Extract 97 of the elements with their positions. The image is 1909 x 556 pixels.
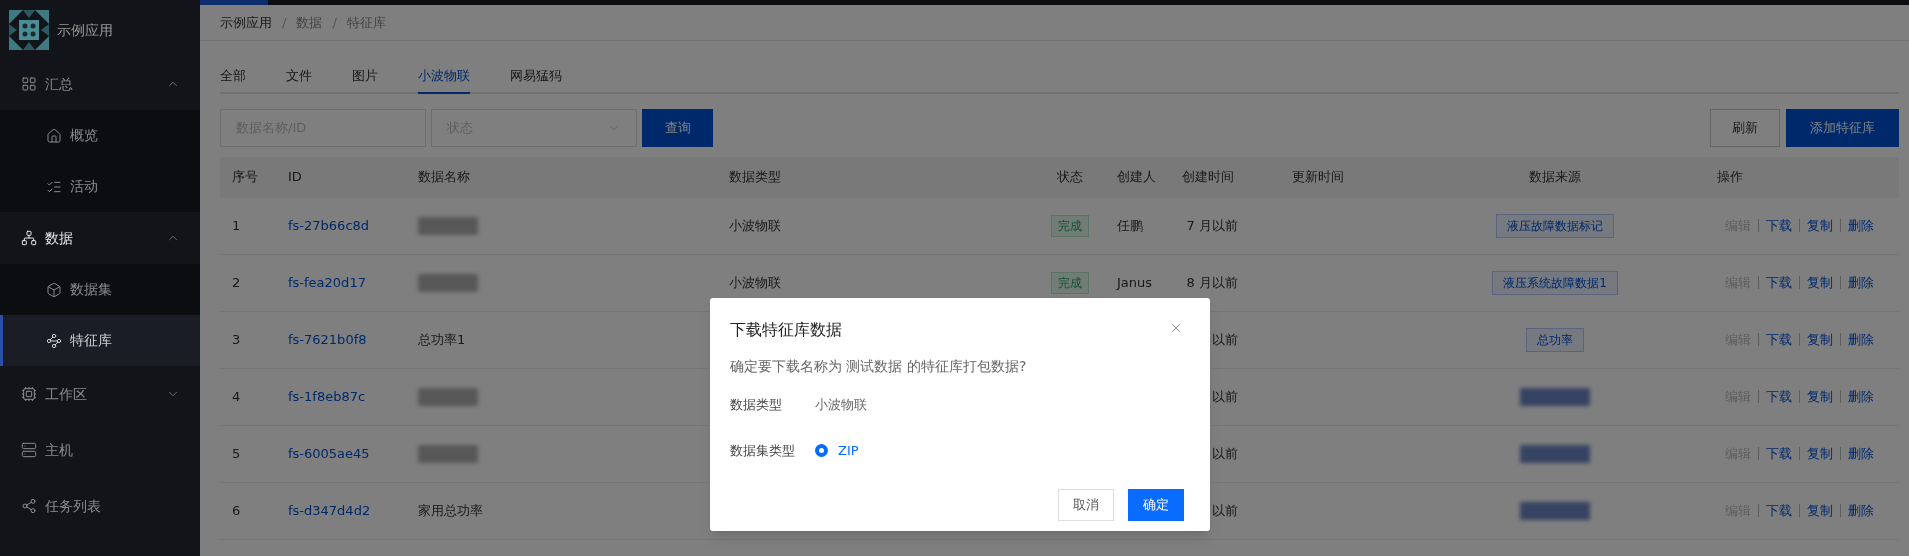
table-cell-text: 以前 bbox=[1211, 387, 1238, 406]
grid-icon bbox=[21, 76, 37, 92]
breadcrumb-separator: / bbox=[332, 13, 337, 32]
action-link[interactable]: 删除 bbox=[1848, 215, 1874, 236]
id-link[interactable]: fs-27b66c8d bbox=[276, 215, 406, 236]
action-link[interactable]: 复制 bbox=[1807, 329, 1833, 350]
sidebar-subitem[interactable]: 活动 bbox=[0, 161, 200, 212]
action-link[interactable]: 复制 bbox=[1807, 272, 1833, 293]
action-link[interactable]: 下载 bbox=[1766, 443, 1792, 464]
confirm-button[interactable]: 确定 bbox=[1128, 489, 1184, 521]
column-header: 更新时间 bbox=[1291, 168, 1345, 187]
action-link[interactable]: 下载 bbox=[1766, 215, 1792, 236]
table-cell: 任鹏 bbox=[1117, 217, 1143, 233]
action-link[interactable]: 删除 bbox=[1848, 500, 1874, 521]
logo-icon bbox=[9, 10, 49, 50]
action-link[interactable]: 复制 bbox=[1807, 500, 1833, 521]
id-link[interactable]: fs-7621b0f8 bbox=[276, 329, 406, 350]
tab[interactable]: 小波物联 bbox=[418, 66, 470, 94]
table-cell: 总功率1 bbox=[418, 331, 466, 347]
table-cell-text: 以前 bbox=[1211, 444, 1238, 463]
action-link[interactable]: 复制 bbox=[1807, 215, 1833, 236]
cancel-button[interactable]: 取消 bbox=[1058, 489, 1114, 521]
query-button[interactable]: 查询 bbox=[642, 108, 713, 147]
sidebar-item[interactable]: 主机 bbox=[0, 422, 200, 478]
table-cell: 小波物联 bbox=[729, 274, 781, 290]
add-button[interactable]: 添加特征库 bbox=[1786, 108, 1899, 147]
action-link[interactable]: 删除 bbox=[1848, 272, 1874, 293]
table-cell-text: 8 月以前 bbox=[1185, 273, 1238, 292]
table-cell-text: 1 bbox=[231, 216, 242, 235]
id-link[interactable]: fs-6005ae45 bbox=[276, 443, 406, 464]
sitemap-icon bbox=[21, 230, 37, 246]
home-icon bbox=[46, 127, 62, 144]
sidebar-subitem[interactable]: 特征库 bbox=[0, 315, 200, 366]
dialog-title: 下载特征库数据 bbox=[730, 319, 842, 341]
table-cell-text: 7 月以前 bbox=[1185, 216, 1238, 235]
table-cell-text: 2 bbox=[231, 273, 242, 292]
dialog-message: 确定要下载名称为 测试数据 的特征库打包数据? bbox=[730, 357, 1028, 376]
action-link[interactable]: 下载 bbox=[1766, 272, 1792, 293]
action-link[interactable]: 下载 bbox=[1766, 329, 1792, 350]
app-name: 示例应用 bbox=[57, 20, 113, 40]
action-link[interactable]: 复制 bbox=[1807, 443, 1833, 464]
cube-icon bbox=[46, 281, 62, 298]
source-tag: 液压故障数据标记 bbox=[1496, 213, 1614, 238]
sidebar-item[interactable]: 数据 bbox=[0, 212, 200, 264]
breadcrumb-item[interactable]: 示例应用 bbox=[220, 12, 272, 33]
sidebar-item[interactable]: 工作区 bbox=[0, 366, 200, 422]
sidebar-item[interactable]: 汇总 bbox=[0, 58, 200, 110]
chip-icon bbox=[21, 386, 37, 402]
tab[interactable]: 全部 bbox=[220, 66, 246, 94]
sidebar-item[interactable]: 任务列表 bbox=[0, 478, 200, 534]
tab[interactable]: 文件 bbox=[286, 66, 312, 94]
column-header: 序号 bbox=[231, 168, 259, 187]
sidebar-subitem[interactable]: 概览 bbox=[0, 110, 200, 161]
share-icon bbox=[21, 498, 37, 514]
source-tag: 液压系统故障数据1 bbox=[1492, 270, 1618, 295]
sidebar-subitem[interactable]: 数据集 bbox=[0, 264, 200, 315]
field-label: 数据集类型 bbox=[730, 441, 796, 460]
status-tag: 完成 bbox=[1051, 271, 1089, 294]
table-cell-text: 以前 bbox=[1211, 501, 1238, 520]
tab[interactable]: 图片 bbox=[352, 66, 378, 94]
field-value: 小波物联 bbox=[815, 396, 867, 414]
id-link[interactable]: fs-fea20d17 bbox=[276, 272, 406, 293]
table-cell-text: 以前 bbox=[1211, 330, 1238, 349]
radio-button[interactable] bbox=[815, 443, 828, 457]
column-header: 数据类型 bbox=[728, 168, 782, 187]
action-link[interactable]: 删除 bbox=[1848, 443, 1874, 464]
table-cell: 小波物联 bbox=[729, 217, 781, 233]
column-header: 创建时间 bbox=[1181, 168, 1235, 187]
table-cell-text: 6 bbox=[231, 501, 242, 520]
table-cell-text: 3 bbox=[231, 330, 242, 349]
breadcrumb-separator: / bbox=[282, 13, 287, 32]
action-link[interactable]: 下载 bbox=[1766, 500, 1792, 521]
radio-label[interactable]: ZIP bbox=[838, 440, 859, 460]
refresh-button[interactable]: 刷新 bbox=[1710, 108, 1780, 147]
column-header: 操作 bbox=[1716, 168, 1744, 187]
id-link[interactable]: fs-d347d4d2 bbox=[276, 500, 406, 521]
id-link[interactable]: fs-1f8eb87c bbox=[276, 386, 406, 407]
table-cell-text: 5 bbox=[231, 444, 242, 463]
table-cell: Janus bbox=[1117, 274, 1153, 290]
table-cell: 家用总功率 bbox=[418, 502, 483, 518]
action-link[interactable]: 删除 bbox=[1848, 386, 1874, 407]
server-icon bbox=[21, 442, 37, 458]
status-tag: 完成 bbox=[1051, 214, 1089, 237]
action-link[interactable]: 复制 bbox=[1807, 386, 1833, 407]
tab[interactable]: 网易猛犸 bbox=[510, 66, 562, 94]
breadcrumb-item[interactable]: 数据 bbox=[296, 12, 323, 33]
source-tag: 总功率 bbox=[1526, 327, 1584, 352]
column-header: 数据名称 bbox=[417, 168, 471, 187]
field-label: 数据类型 bbox=[730, 396, 783, 414]
column-header: 创建人 bbox=[1116, 168, 1157, 187]
action-link[interactable]: 下载 bbox=[1766, 386, 1792, 407]
column-header: ID bbox=[287, 168, 303, 187]
table-cell-text: 4 bbox=[231, 387, 242, 406]
column-header: 数据来源 bbox=[1529, 168, 1581, 187]
column-header: 状态 bbox=[1057, 168, 1083, 187]
action-link[interactable]: 删除 bbox=[1848, 329, 1874, 350]
nodes-icon bbox=[46, 332, 62, 349]
